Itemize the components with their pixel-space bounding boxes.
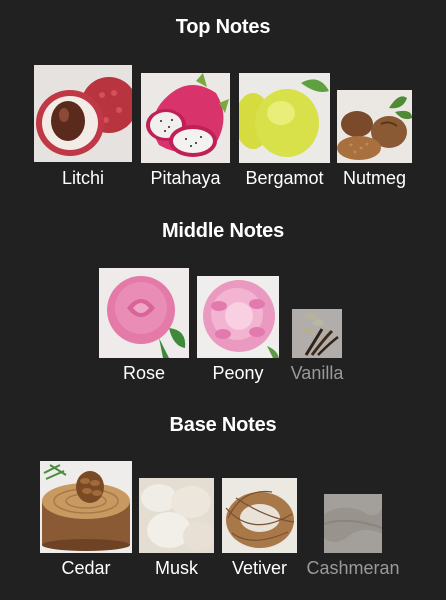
base-notes-title: Base Notes xyxy=(169,414,277,436)
note-label: Nutmeg xyxy=(342,168,407,188)
note-litchi[interactable]: Litchi xyxy=(34,65,132,188)
note-bergamot[interactable]: Bergamot xyxy=(239,73,330,188)
note-vetiver[interactable]: Vetiver xyxy=(222,478,297,578)
note-pitahaya[interactable]: Pitahaya xyxy=(141,73,230,188)
cedar-icon xyxy=(40,461,132,553)
note-cedar[interactable]: Cedar xyxy=(40,461,132,578)
note-musk[interactable]: Musk xyxy=(139,478,214,578)
nutmeg-icon xyxy=(337,90,412,163)
musk-icon xyxy=(139,478,214,553)
top-notes-title: Top Notes xyxy=(175,16,271,38)
note-rose[interactable]: Rose xyxy=(99,268,189,383)
note-nutmeg[interactable]: Nutmeg xyxy=(337,90,412,188)
note-cashmeran[interactable]: Cashmeran xyxy=(306,494,400,578)
middle-notes-title: Middle Notes xyxy=(161,220,285,242)
note-label: Cashmeran xyxy=(306,558,400,578)
note-peony[interactable]: Peony xyxy=(197,276,279,383)
litchi-icon xyxy=(34,65,132,162)
note-vanilla[interactable]: Vanilla xyxy=(291,309,343,383)
bergamot-icon xyxy=(239,73,330,163)
vetiver-icon xyxy=(222,478,297,553)
note-label: Vetiver xyxy=(231,558,288,578)
vanilla-icon xyxy=(292,309,342,358)
peony-icon xyxy=(197,276,279,358)
note-label: Vanilla xyxy=(290,363,344,383)
rose-icon xyxy=(99,268,189,358)
pitahaya-icon xyxy=(141,73,230,163)
cashmeran-icon xyxy=(324,494,382,553)
